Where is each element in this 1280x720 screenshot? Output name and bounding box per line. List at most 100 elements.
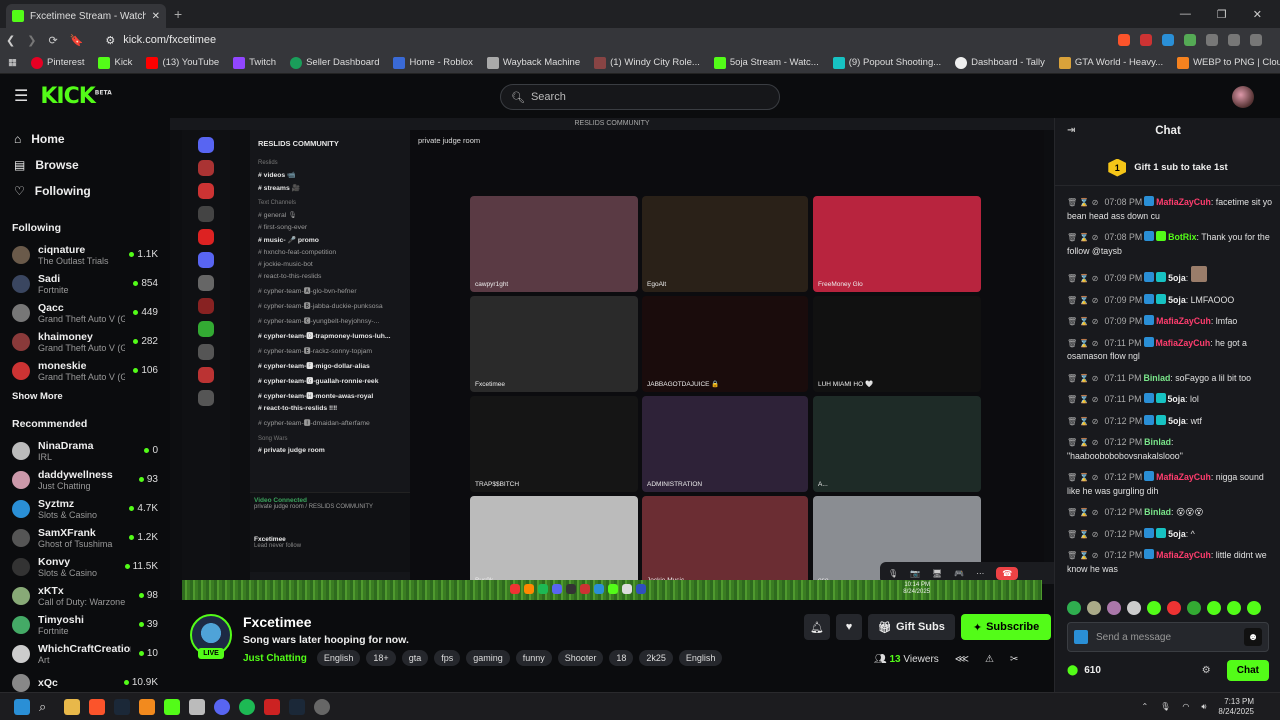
volume-icon[interactable]: 🔊︎ [1201, 702, 1206, 712]
extension-icon[interactable] [1162, 34, 1174, 46]
mod-action-icons[interactable]: 🗑 ⌛ ⊘ [1067, 395, 1101, 404]
channel-item[interactable]: WhichCraftCreationsArt 10 [0, 639, 170, 668]
stream-tag[interactable]: English [678, 650, 723, 666]
puzzle-icon[interactable] [1206, 34, 1218, 46]
report-icon[interactable]: ⚠ [985, 654, 994, 665]
nav-following[interactable]: ♡ Following [0, 178, 170, 204]
message-username[interactable]: MafiaZayCuh [1156, 472, 1211, 482]
mod-action-icons[interactable]: 🗑 ⌛ ⊘ [1067, 438, 1101, 447]
bookmark-icon[interactable]: 🔖 [70, 34, 84, 47]
maximize-icon[interactable]: ❐ [1217, 8, 1227, 21]
stream-tag[interactable]: 18 [609, 650, 634, 666]
message-username[interactable]: MafiaZayCuh [1156, 550, 1211, 560]
emote-icon[interactable] [1247, 601, 1261, 615]
calculator-icon[interactable] [189, 698, 205, 715]
mod-action-icons[interactable]: 🗑 ⌛ ⊘ [1067, 530, 1101, 539]
bookmark-item[interactable]: Dashboard - Tally [955, 56, 1045, 69]
channel-points[interactable]: 610 [1084, 665, 1101, 676]
bookmark-item[interactable]: GTA World - Heavy... [1058, 56, 1163, 69]
message-username[interactable]: 5oja [1168, 416, 1186, 426]
stream-tag[interactable]: 18+ [366, 650, 396, 666]
discord-icon[interactable] [214, 698, 230, 715]
message-username[interactable]: MafiaZayCuh [1156, 338, 1211, 348]
bookmark-item[interactable]: Home - Roblox [393, 56, 473, 69]
emote-icon[interactable] [1227, 601, 1241, 615]
chat-settings-icon[interactable]: ⚙ [1202, 665, 1211, 676]
emote-icon[interactable] [1147, 601, 1161, 615]
user-avatar[interactable] [1232, 86, 1254, 108]
spotify-icon[interactable] [239, 698, 255, 715]
channel-item[interactable]: Timyoshi Fortnite 39 [0, 610, 170, 639]
mod-action-icons[interactable]: 🗑 ⌛ ⊘ [1067, 274, 1101, 283]
steam-icon[interactable] [114, 698, 130, 715]
message-username[interactable]: Binlad [1144, 507, 1171, 517]
stream-tag[interactable]: English [316, 650, 361, 666]
hamburger-menu-icon[interactable]: ☰ [14, 86, 28, 106]
url-field[interactable]: ⚙ kick.com/fxcetimee [105, 34, 1035, 47]
emote-icon[interactable] [1107, 601, 1121, 615]
emote-icon[interactable] [1167, 601, 1181, 615]
menu-icon[interactable] [1250, 34, 1262, 46]
stream-tag[interactable]: gta [401, 650, 429, 666]
bookmark-item[interactable]: Twitch [233, 56, 276, 69]
notification-bell-button[interactable]: 🔔︎ [804, 614, 830, 640]
show-more-button[interactable]: Show More [0, 385, 170, 408]
stream-tag[interactable]: 2k25 [639, 650, 673, 666]
message-username[interactable]: Binlad [1144, 437, 1171, 447]
bookmark-item[interactable]: (1) Windy City Role... [594, 56, 700, 69]
channel-item[interactable]: daddywellness Just Chatting 93 [0, 465, 170, 494]
microphone-icon[interactable]: 🎙︎ [1160, 702, 1170, 711]
chevron-up-icon[interactable]: ⌃ [1142, 702, 1149, 711]
channel-item[interactable]: SamXFrank Ghost of Tsushima 1.2K [0, 523, 170, 552]
channel-item[interactable]: moneskie Grand Theft Auto V (G... 106 [0, 356, 170, 385]
chat-message-input[interactable]: Send a message ☻ [1067, 622, 1269, 652]
steam-icon[interactable] [289, 698, 305, 715]
app-icon[interactable] [139, 698, 155, 715]
close-window-icon[interactable]: ✕ [1253, 8, 1262, 21]
bookmark-item[interactable]: (9) Popout Shooting... [832, 56, 941, 69]
extension-icon[interactable] [1140, 34, 1152, 46]
close-tab-icon[interactable]: ✕ [152, 11, 160, 22]
collapse-chat-icon[interactable]: ⇥ [1067, 125, 1075, 136]
brave-shield-icon[interactable] [1118, 34, 1130, 46]
stream-tag[interactable]: gaming [466, 650, 510, 666]
bookmark-item[interactable]: Seller Dashboard [290, 56, 379, 69]
sidebar-icon[interactable] [1228, 34, 1240, 46]
mod-action-icons[interactable]: 🗑 ⌛ ⊘ [1067, 296, 1101, 305]
channel-item[interactable]: khaimoney Grand Theft Auto V (G... 282 [0, 327, 170, 356]
extension-icon[interactable] [1184, 34, 1196, 46]
reload-icon[interactable]: ⟳ [48, 34, 57, 47]
follow-heart-button[interactable]: ♥ [836, 614, 862, 640]
channel-item[interactable]: xKTx Call of Duty: Warzone 98 [0, 581, 170, 610]
kick-logo[interactable]: KICKBETA [40, 84, 111, 109]
mod-action-icons[interactable]: 🗑 ⌛ ⊘ [1067, 374, 1101, 383]
channel-item[interactable]: Syztmz Slots & Casino 4.7K [0, 494, 170, 523]
channel-item[interactable]: ciqnature The Outlast Trials 1.1K [0, 240, 170, 269]
message-username[interactable]: 5oja [1168, 394, 1186, 404]
file-explorer-icon[interactable] [64, 698, 80, 715]
kick-app-icon[interactable] [164, 698, 180, 715]
share-icon[interactable]: ⋘ [955, 654, 969, 665]
browser-tab[interactable]: Fxcetimee Stream - Watch Li ✕ [6, 4, 166, 28]
system-clock[interactable]: 7:13 PM 8/24/2025 [1218, 697, 1254, 717]
streamer-name[interactable]: Fxcetimee [243, 614, 311, 630]
apps-icon[interactable]: ▦ [8, 57, 17, 68]
mod-action-icons[interactable]: 🗑 ⌛ ⊘ [1067, 551, 1101, 560]
emote-icon[interactable] [1127, 601, 1141, 615]
channel-item[interactable]: Sadi Fortnite 854 [0, 269, 170, 298]
message-username[interactable]: BotRix [1168, 232, 1196, 242]
wifi-icon[interactable]: ◠ [1182, 702, 1189, 711]
mod-action-icons[interactable]: 🗑 ⌛ ⊘ [1067, 473, 1101, 482]
emoji-picker-icon[interactable]: ☻ [1244, 628, 1262, 646]
mod-action-icons[interactable]: 🗑 ⌛ ⊘ [1067, 233, 1101, 242]
new-tab-icon[interactable]: + [174, 6, 182, 22]
obs-icon[interactable] [314, 698, 330, 715]
app-icon[interactable] [264, 698, 280, 715]
emote-icon[interactable] [1067, 601, 1081, 615]
subscribe-button[interactable]: ✦ Subscribe [960, 614, 1052, 640]
windows-start-icon[interactable] [14, 698, 30, 715]
message-username[interactable]: 5oja [1168, 529, 1186, 539]
bookmark-item[interactable]: (13) YouTube [146, 56, 219, 69]
search-icon[interactable]: ⌕ [39, 699, 55, 715]
back-icon[interactable]: ❮ [6, 34, 15, 47]
